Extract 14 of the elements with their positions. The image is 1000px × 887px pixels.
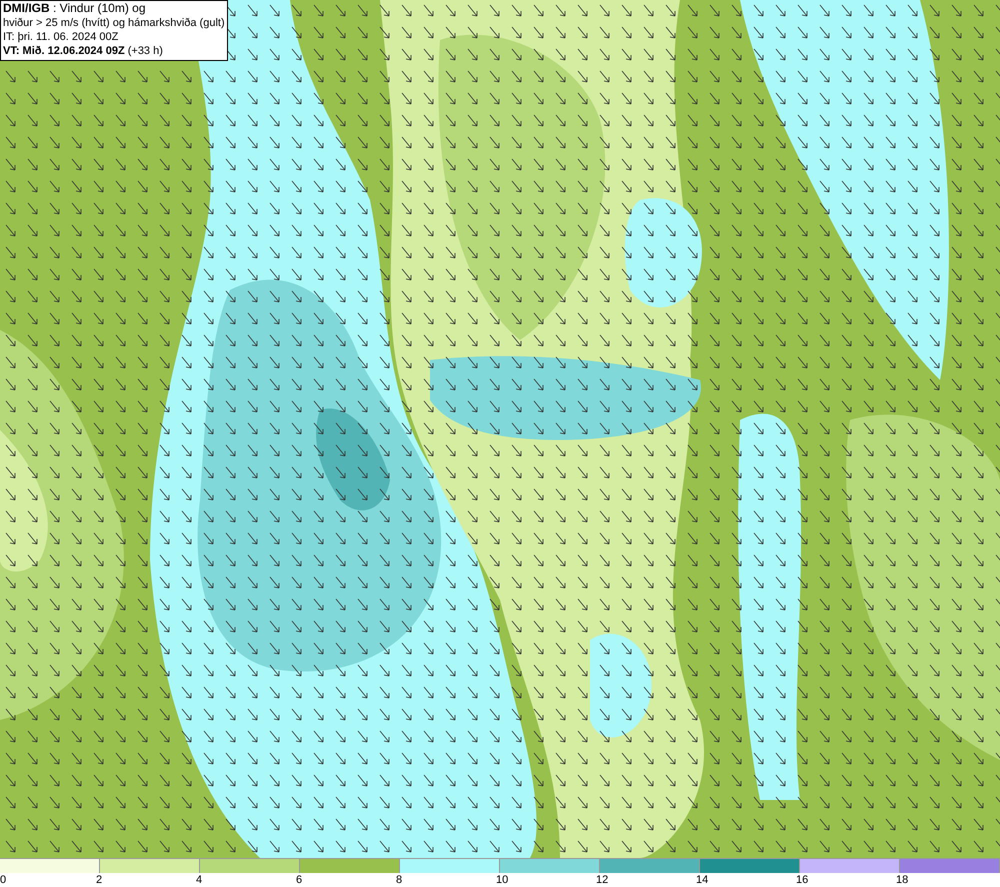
legend-label: 0	[0, 873, 6, 887]
title-line: IT: þri. 11. 06. 2024 00Z	[3, 30, 120, 44]
legend-label: 14	[696, 873, 708, 887]
title-line: DMI/IGB : Vindur (10m) og	[3, 1, 146, 16]
title-line: hviður > 25 m/s (hvítt) og hámarkshviða (gult)	[3, 16, 225, 30]
legend-label: 16	[796, 873, 808, 887]
legend-label: 4	[196, 873, 202, 887]
legend-label: 6	[296, 873, 302, 887]
legend-label: 12	[596, 873, 608, 887]
legend-label: 8	[396, 873, 402, 887]
title-line: VT: Mið. 12.06.2024 09Z (+33 h)	[3, 44, 164, 58]
legend-label: 10	[496, 873, 508, 887]
legend-label: 18	[896, 873, 908, 887]
legend-label: 2	[96, 873, 102, 887]
